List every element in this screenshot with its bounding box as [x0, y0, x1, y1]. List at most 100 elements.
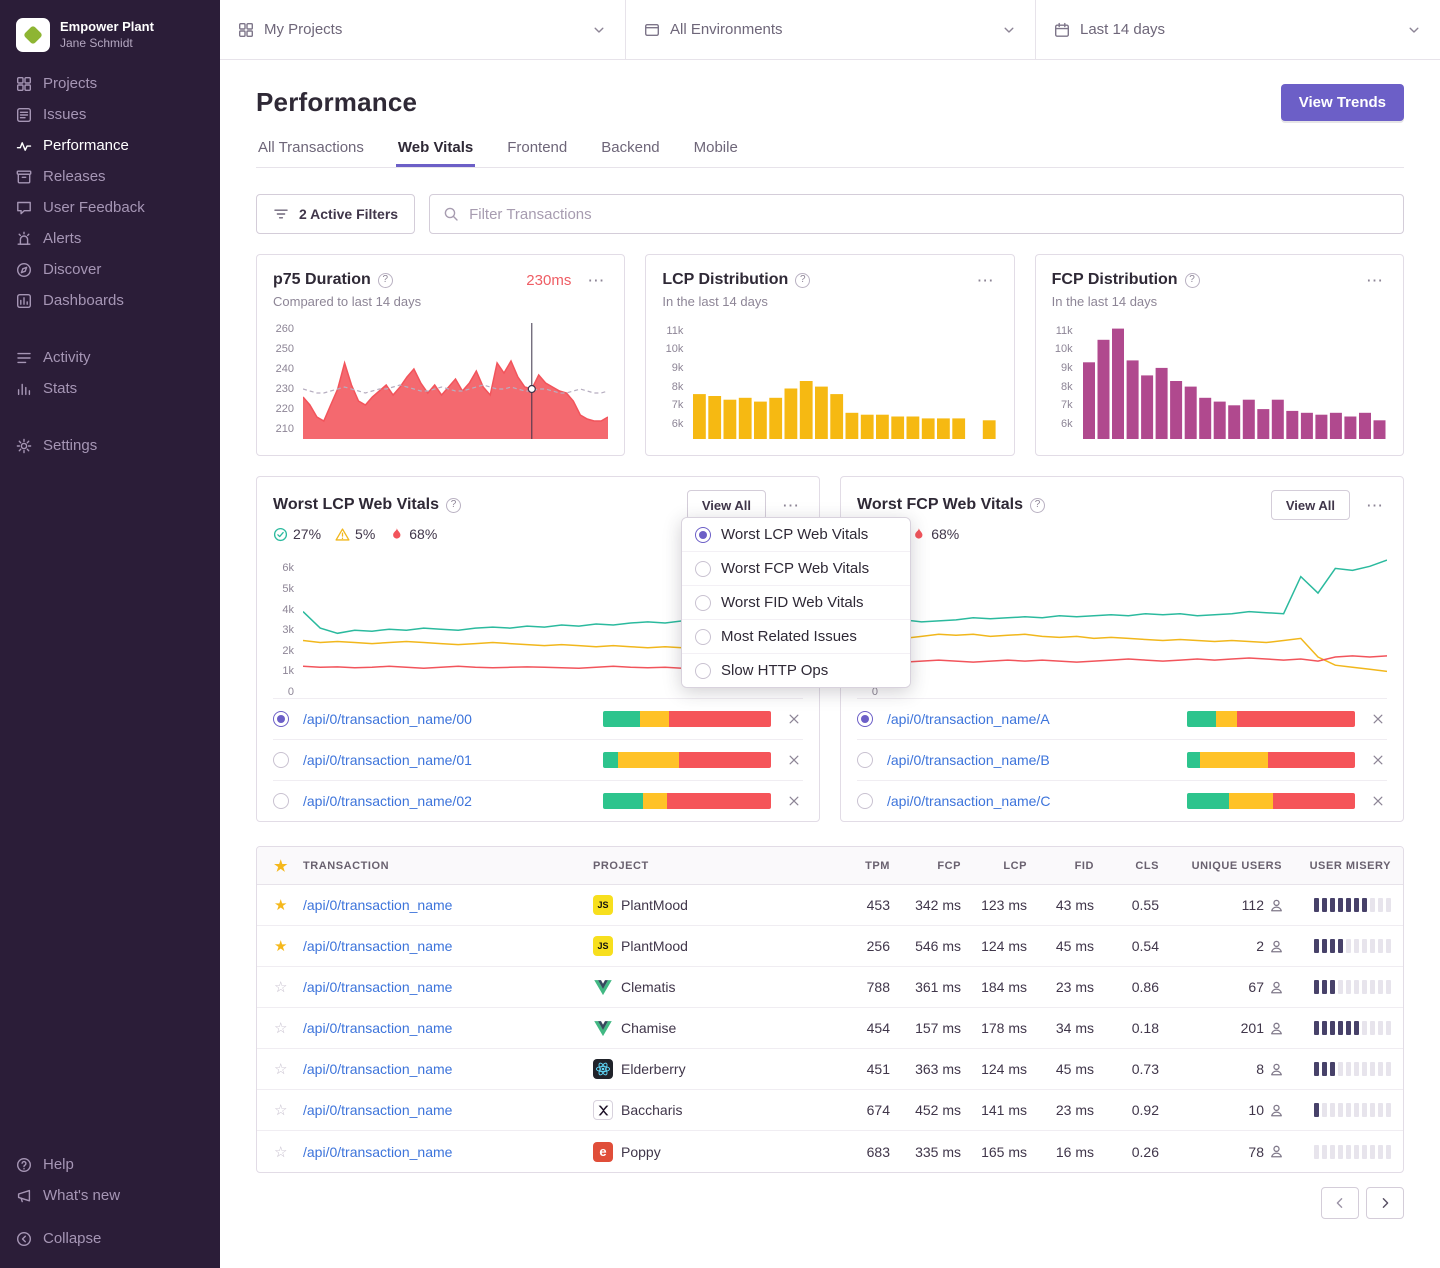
y-axis-label: 7k	[1061, 399, 1073, 411]
cell-tpm: 674	[773, 1102, 892, 1118]
more-options-button[interactable]: ⋯	[583, 270, 608, 291]
transaction-link[interactable]: /api/0/transaction_name/00	[303, 711, 589, 727]
sidebar-item-releases[interactable]: Releases	[0, 161, 220, 192]
content: Performance View Trends All Transactions…	[220, 60, 1440, 1268]
more-options-button[interactable]: ⋯	[778, 495, 803, 516]
star-toggle[interactable]: ☆	[257, 1019, 303, 1037]
cell-fid: 23 ms	[1029, 979, 1096, 995]
transaction-link[interactable]: /api/0/transaction_name/02	[303, 793, 589, 809]
transaction-link[interactable]: /api/0/transaction_name	[303, 1102, 593, 1118]
transaction-radio[interactable]	[273, 793, 289, 809]
misery-segment	[1314, 1103, 1319, 1117]
org-switcher[interactable]: Empower Plant Jane Schmidt	[0, 14, 220, 66]
view-all-button[interactable]: View All	[1271, 490, 1350, 520]
distribution-segment-meh	[618, 752, 678, 768]
sidebar-item-discover[interactable]: Discover	[0, 254, 220, 285]
more-options-button[interactable]: ⋯	[1362, 270, 1387, 291]
sidebar-item-stats[interactable]: Stats	[0, 373, 220, 404]
menu-option-worst-lcp-web-vitals[interactable]: Worst LCP Web Vitals	[682, 518, 910, 551]
star-toggle[interactable]: ★	[257, 937, 303, 955]
star-toggle[interactable]: ★	[257, 896, 303, 914]
close-icon[interactable]	[1369, 751, 1387, 769]
filter-icon	[273, 206, 289, 222]
help-icon[interactable]: ?	[795, 273, 810, 288]
sidebar-item-user-feedback[interactable]: User Feedback	[0, 192, 220, 223]
menu-option-most-related-issues[interactable]: Most Related Issues	[682, 619, 910, 653]
sidebar-item-projects[interactable]: Projects	[0, 68, 220, 99]
tab-frontend[interactable]: Frontend	[505, 139, 569, 167]
active-filters-button[interactable]: 2 Active Filters	[256, 194, 415, 234]
sidebar-item-dashboards[interactable]: Dashboards	[0, 285, 220, 316]
date-range-selector[interactable]: Last 14 days	[1035, 0, 1440, 59]
transaction-radio[interactable]	[273, 752, 289, 768]
close-icon[interactable]	[785, 710, 803, 728]
menu-option-slow-http-ops[interactable]: Slow HTTP Ops	[682, 653, 910, 687]
close-icon[interactable]	[785, 751, 803, 769]
transaction-radio[interactable]	[857, 752, 873, 768]
sidebar-item-help[interactable]: Help	[0, 1149, 220, 1180]
tab-all-transactions[interactable]: All Transactions	[256, 139, 366, 167]
star-toggle[interactable]: ☆	[257, 1143, 303, 1161]
cell-lcp: 165 ms	[963, 1144, 1029, 1160]
view-trends-button[interactable]: View Trends	[1281, 84, 1404, 121]
menu-option-worst-fid-web-vitals[interactable]: Worst FID Web Vitals	[682, 585, 910, 619]
tab-backend[interactable]: Backend	[599, 139, 661, 167]
star-toggle[interactable]: ☆	[257, 1060, 303, 1078]
misery-segment	[1378, 1145, 1383, 1159]
sidebar-item-activity[interactable]: Activity	[0, 342, 220, 373]
stat-value: 68%	[409, 526, 437, 542]
sidebar-item-issues[interactable]: Issues	[0, 99, 220, 130]
stats-icon	[16, 381, 32, 397]
transaction-link[interactable]: /api/0/transaction_name/01	[303, 752, 589, 768]
sidebar-item-collapse[interactable]: Collapse	[0, 1223, 220, 1254]
transaction-link[interactable]: /api/0/transaction_name	[303, 938, 593, 954]
transaction-link[interactable]: /api/0/transaction_name/C	[887, 793, 1173, 809]
search-icon	[443, 206, 459, 222]
transaction-link[interactable]: /api/0/transaction_name	[303, 1144, 593, 1160]
cell-lcp: 184 ms	[963, 979, 1029, 995]
help-icon[interactable]: ?	[1030, 498, 1045, 513]
y-axis-label: 2k	[282, 645, 294, 657]
more-options-button[interactable]: ⋯	[1362, 495, 1387, 516]
transaction-link[interactable]: /api/0/transaction_name/A	[887, 711, 1173, 727]
tab-web-vitals[interactable]: Web Vitals	[396, 139, 475, 167]
help-icon[interactable]: ?	[1185, 273, 1200, 288]
environment-selector[interactable]: All Environments	[625, 0, 1035, 59]
close-icon[interactable]	[1369, 710, 1387, 728]
transaction-link[interactable]: /api/0/transaction_name	[303, 979, 593, 995]
close-icon[interactable]	[785, 792, 803, 810]
vitals-distribution-bar	[1187, 752, 1355, 768]
star-toggle[interactable]: ☆	[257, 978, 303, 996]
tab-mobile[interactable]: Mobile	[692, 139, 740, 167]
menu-option-worst-fcp-web-vitals[interactable]: Worst FCP Web Vitals	[682, 551, 910, 585]
misery-segment	[1386, 1103, 1391, 1117]
transaction-link[interactable]: /api/0/transaction_name	[303, 897, 593, 913]
transaction-link[interactable]: /api/0/transaction_name	[303, 1061, 593, 1077]
previous-page-button[interactable]	[1321, 1187, 1359, 1219]
help-icon[interactable]: ?	[378, 273, 393, 288]
close-icon[interactable]	[1369, 792, 1387, 810]
sidebar-item-settings[interactable]: Settings	[0, 430, 220, 461]
next-page-button[interactable]	[1366, 1187, 1404, 1219]
sidebar-item-what-s-new[interactable]: What's new	[0, 1180, 220, 1211]
transaction-radio[interactable]	[857, 711, 873, 727]
search-input[interactable]	[469, 206, 1390, 223]
help-icon[interactable]: ?	[446, 498, 461, 513]
transaction-link[interactable]: /api/0/transaction_name	[303, 1020, 593, 1036]
sidebar-item-label: Performance	[43, 137, 129, 154]
misery-segment	[1338, 1145, 1343, 1159]
star-icon: ★	[274, 897, 287, 914]
more-options-button[interactable]: ⋯	[973, 270, 998, 291]
sidebar-item-alerts[interactable]: Alerts	[0, 223, 220, 254]
other-platform-icon	[593, 1100, 613, 1120]
misery-segment	[1370, 898, 1375, 912]
view-all-button[interactable]: View All	[687, 490, 766, 520]
sidebar-item-performance[interactable]: Performance	[0, 130, 220, 161]
transaction-radio[interactable]	[273, 711, 289, 727]
transaction-link[interactable]: /api/0/transaction_name/B	[887, 752, 1173, 768]
y-axis-label: 5k	[282, 583, 294, 595]
project-selector[interactable]: My Projects	[220, 0, 625, 59]
transaction-radio[interactable]	[857, 793, 873, 809]
sidebar-item-label: Collapse	[43, 1230, 101, 1247]
star-toggle[interactable]: ☆	[257, 1101, 303, 1119]
